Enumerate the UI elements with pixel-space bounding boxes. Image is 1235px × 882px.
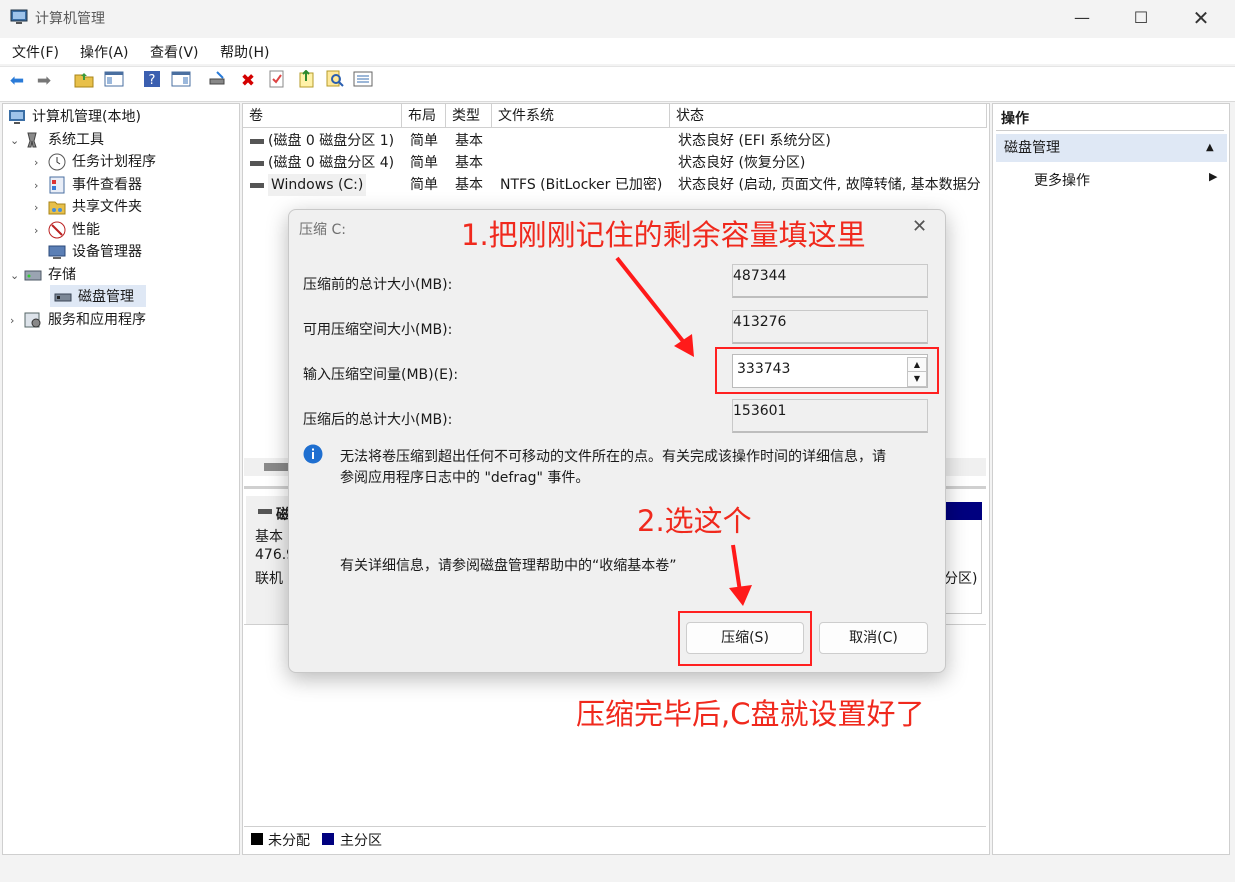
annotation-arrowhead-1 <box>674 334 694 357</box>
annotation-arrowhead-2 <box>729 585 752 606</box>
annotation-arrow-1 <box>615 256 692 352</box>
annotation-arrows <box>615 256 752 606</box>
